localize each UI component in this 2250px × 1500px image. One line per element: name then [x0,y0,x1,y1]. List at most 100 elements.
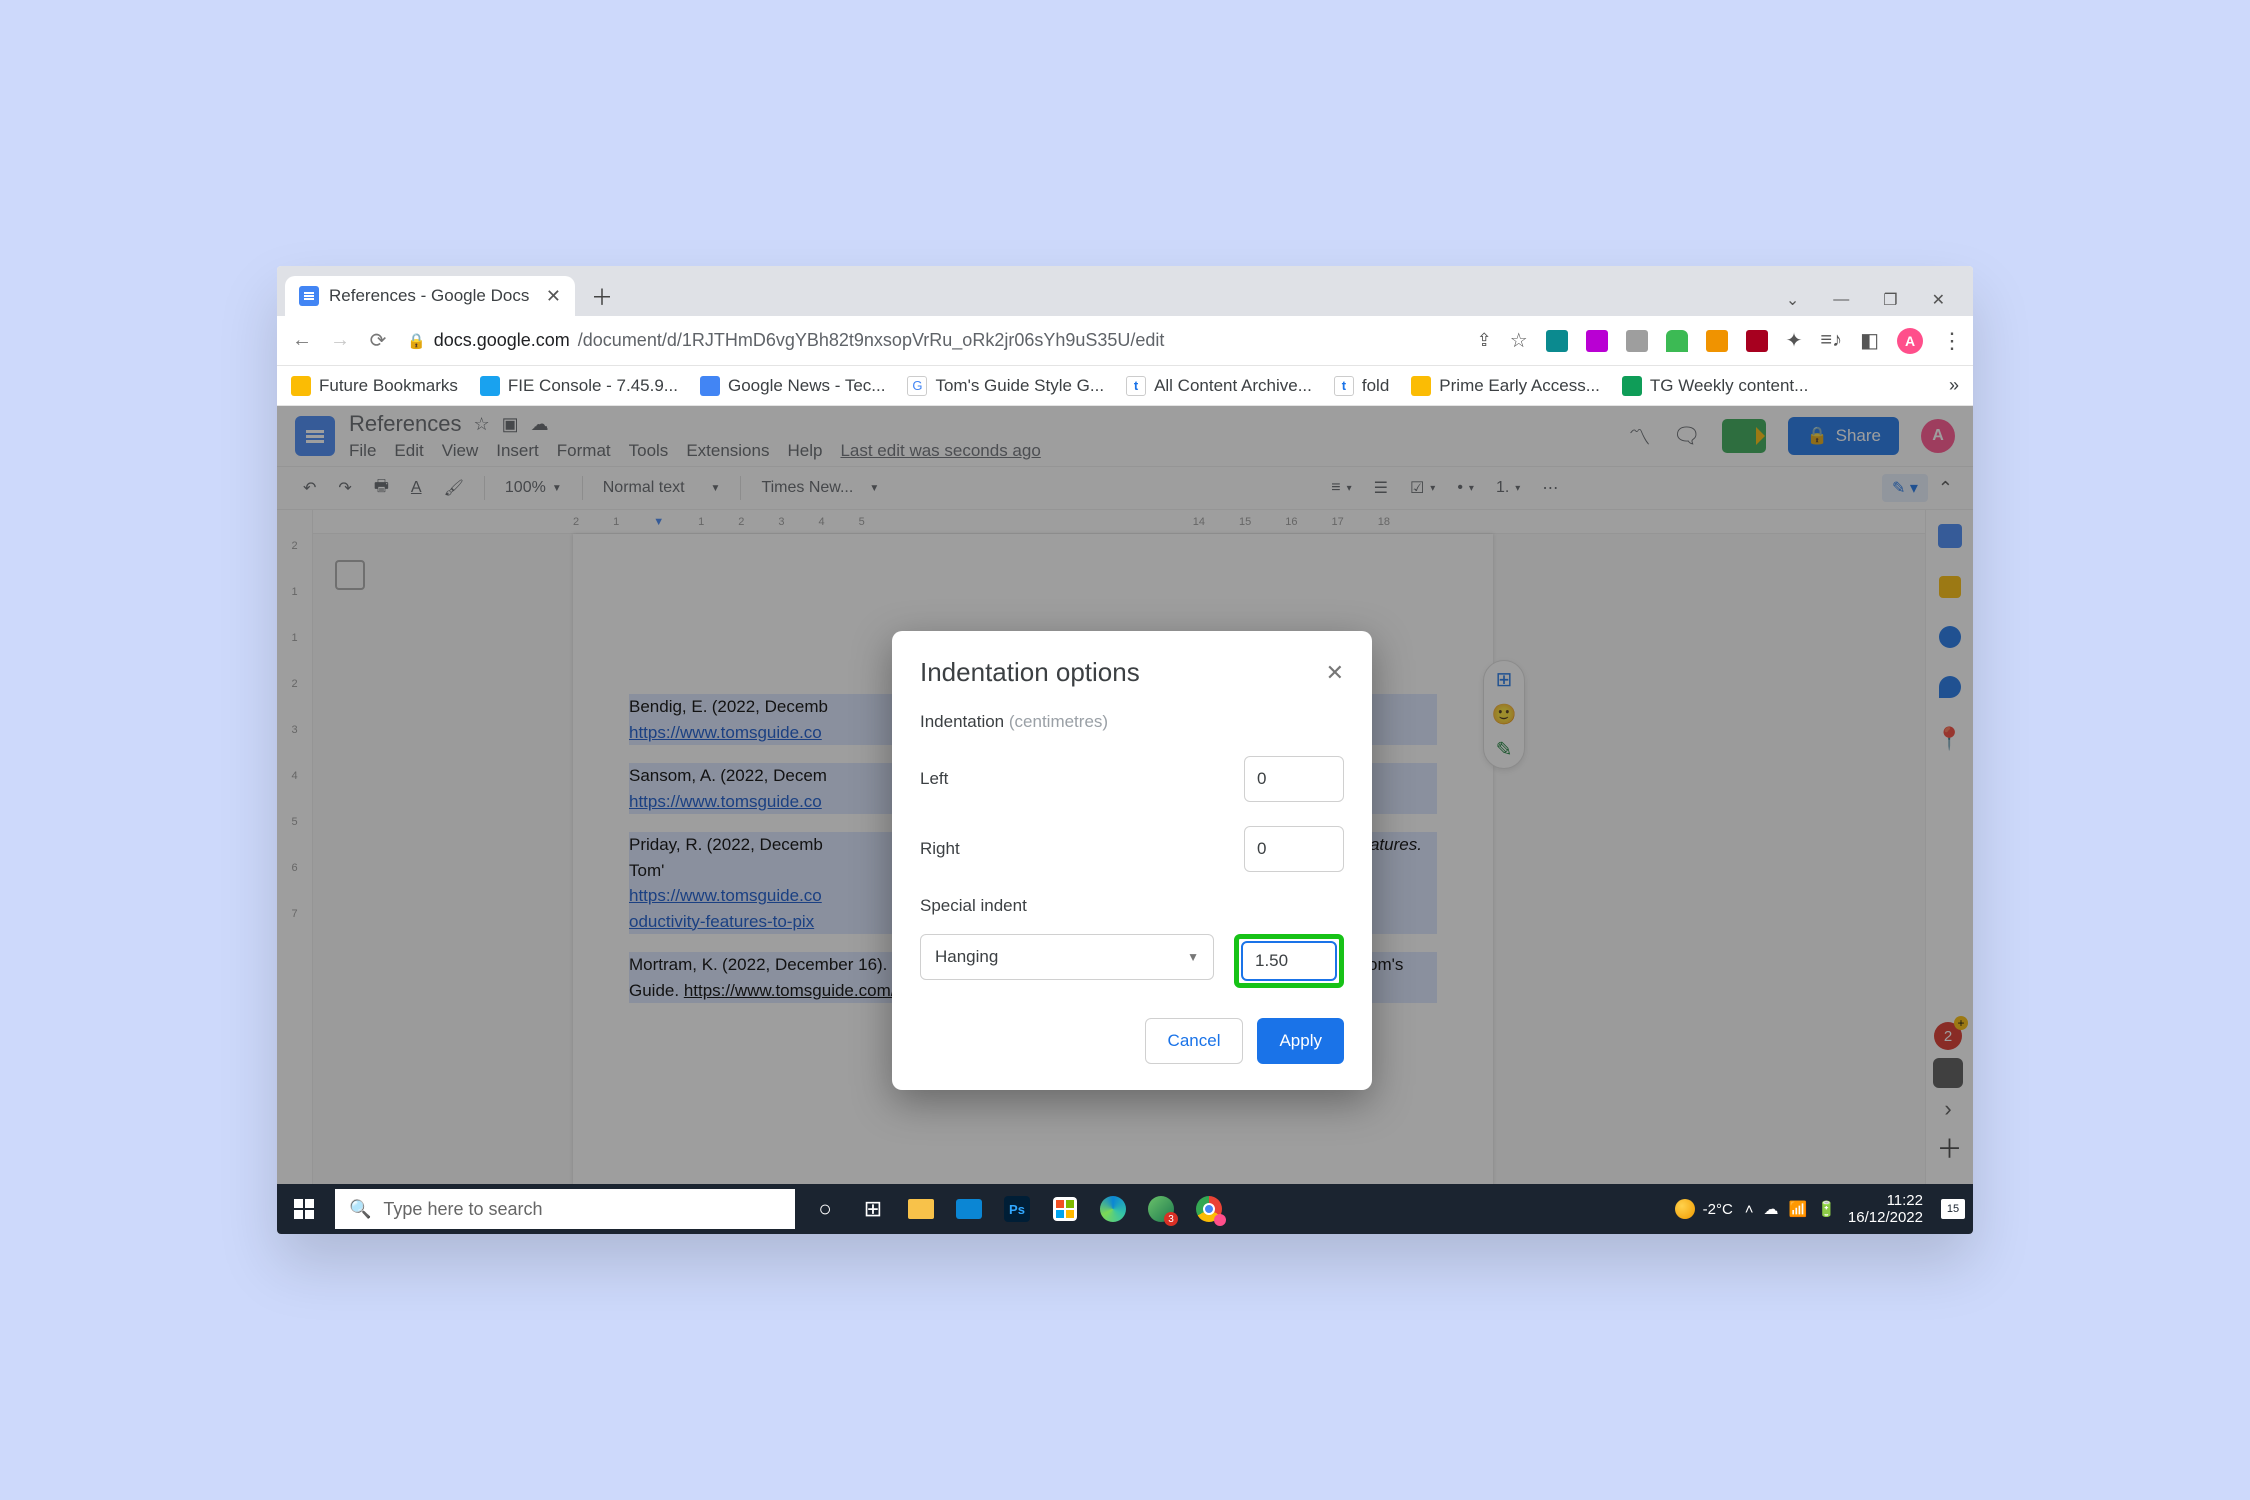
special-indent-select[interactable]: Hanging ▼ [920,934,1214,980]
right-indent-label: Right [920,839,960,859]
bookmark-label: Google News - Tec... [728,376,885,396]
left-indent-label: Left [920,769,948,789]
clock-date: 16/12/2022 [1848,1209,1923,1226]
bookmark-item[interactable]: FIE Console - 7.45.9... [480,376,678,396]
url-domain: docs.google.com [434,330,570,351]
bookmark-icon: G [907,376,927,396]
maximize-icon[interactable]: ❐ [1883,290,1897,310]
special-indent-amount-input[interactable] [1241,941,1337,981]
tab-search-icon[interactable]: ⌄ [1786,290,1799,310]
bookmark-icon: t [1126,376,1146,396]
indentation-dialog: Indentation options ✕ Indentation (centi… [892,631,1372,1090]
browser-urlbar: ← → ⟳ 🔒 docs.google.com/document/d/1RJTH… [277,316,1973,366]
bookmark-item[interactable]: tfold [1334,376,1389,396]
taskbar-clock[interactable]: 11:22 16/12/2022 [1848,1192,1923,1227]
bookmark-item[interactable]: G Tom's Guide Style G... [907,376,1104,396]
bookmark-icon: t [1334,376,1354,396]
side-panel-icon[interactable]: ◧ [1860,328,1879,353]
reload-icon[interactable]: ⟳ [363,326,393,356]
dialog-close-icon[interactable]: ✕ [1326,660,1344,686]
docs-app: References ☆ ▣ ☁ File Edit View Insert F… [277,406,1973,1184]
tray-overflow-icon[interactable]: ˄ [1745,1201,1754,1218]
chevron-down-icon: ▼ [1187,950,1199,964]
new-tab-button[interactable]: ＋ [585,279,619,313]
chrome-icon[interactable] [1187,1189,1231,1229]
indentation-heading: Indentation [920,712,1004,731]
left-indent-input[interactable] [1244,756,1344,802]
wifi-icon[interactable]: 📶 [1789,1200,1808,1218]
chrome-menu-icon[interactable]: ⋮ [1941,328,1963,354]
battery-icon[interactable]: 🔋 [1817,1200,1836,1218]
weather-widget[interactable]: -2°C [1675,1199,1733,1219]
bookmark-item[interactable]: Prime Early Access... [1411,376,1600,396]
cortana-icon[interactable]: ○ [803,1189,847,1229]
tab-close-icon[interactable]: ✕ [546,286,561,307]
browser-tabstrip: References - Google Docs ✕ ＋ ⌄ — ❐ ✕ [277,266,1973,316]
onedrive-icon[interactable]: ☁ [1764,1200,1779,1218]
right-indent-input[interactable] [1244,826,1344,872]
bookmark-star-icon[interactable]: ☆ [1510,328,1528,353]
forward-icon[interactable]: → [325,326,355,356]
special-indent-heading: Special indent [920,896,1344,916]
dialog-title: Indentation options [920,657,1140,688]
profile-avatar[interactable]: A [1897,328,1923,354]
task-view-icon[interactable]: ⊞ [851,1189,895,1229]
minimize-icon[interactable]: — [1833,291,1849,309]
extension-icon-6[interactable] [1746,330,1768,352]
extension-icon-1[interactable] [1546,330,1568,352]
bookmark-icon [480,376,500,396]
close-window-icon[interactable]: ✕ [1932,290,1945,310]
taskbar-search[interactable]: 🔍 Type here to search [335,1189,795,1229]
photoshop-icon[interactable]: Ps [995,1189,1039,1229]
docs-favicon [299,286,319,306]
indentation-unit: (centimetres) [1009,712,1108,731]
extensions-puzzle-icon[interactable]: ✦ [1786,328,1803,353]
extension-icon-2[interactable] [1586,330,1608,352]
bookmark-icon [1622,376,1642,396]
teams-icon[interactable] [1139,1189,1183,1229]
lock-icon: 🔒 [407,332,426,350]
temperature: -2°C [1703,1201,1733,1218]
mail-icon[interactable] [947,1189,991,1229]
bookmark-label: fold [1362,376,1389,396]
tab-title: References - Google Docs [329,286,529,306]
extension-icon-3[interactable] [1626,330,1648,352]
microsoft-store-icon[interactable] [1043,1189,1087,1229]
bookmark-item[interactable]: Future Bookmarks [291,376,458,396]
back-icon[interactable]: ← [287,326,317,356]
pinned-apps: ○ ⊞ Ps [803,1189,1231,1229]
extension-icon-5[interactable] [1706,330,1728,352]
bookmark-bar: Future Bookmarks FIE Console - 7.45.9...… [277,366,1973,406]
special-indent-value: Hanging [935,947,998,967]
windows-taskbar: 🔍 Type here to search ○ ⊞ Ps -2°C ˄ ☁ 📶 … [277,1184,1973,1234]
bookmark-icon [700,376,720,396]
extension-icon-4[interactable] [1666,330,1688,352]
bookmark-label: Tom's Guide Style G... [935,376,1104,396]
window-controls: ⌄ — ❐ ✕ [1786,290,1965,316]
bookmark-label: Future Bookmarks [319,376,458,396]
address-field[interactable]: 🔒 docs.google.com/document/d/1RJTHmD6vgY… [407,330,1164,351]
bookmark-item[interactable]: TG Weekly content... [1622,376,1808,396]
bookmark-label: FIE Console - 7.45.9... [508,376,678,396]
clock-time: 11:22 [1887,1192,1923,1209]
url-path: /document/d/1RJTHmD6vgYBh82t9nxsopVrRu_o… [578,330,1165,351]
edge-icon[interactable] [1091,1189,1135,1229]
action-center-icon[interactable]: 15 [1941,1199,1965,1219]
start-button[interactable] [277,1199,331,1219]
bookmark-label: Prime Early Access... [1439,376,1600,396]
file-explorer-icon[interactable] [899,1189,943,1229]
share-page-icon[interactable]: ⇪ [1477,330,1492,351]
bookmark-overflow-icon[interactable]: » [1949,375,1959,396]
browser-tab[interactable]: References - Google Docs ✕ [285,276,575,316]
search-placeholder: Type here to search [383,1199,542,1220]
cancel-button[interactable]: Cancel [1145,1018,1244,1064]
highlight-annotation [1234,934,1344,988]
apply-button[interactable]: Apply [1257,1018,1344,1064]
bookmark-item[interactable]: t All Content Archive... [1126,376,1312,396]
bookmark-label: All Content Archive... [1154,376,1312,396]
system-tray: -2°C ˄ ☁ 📶 🔋 11:22 16/12/2022 15 [1667,1192,1973,1227]
reading-list-icon[interactable]: ≡♪ [1820,329,1842,352]
weather-icon [1675,1199,1695,1219]
screenshot-root: References - Google Docs ✕ ＋ ⌄ — ❐ ✕ ← →… [277,266,1973,1234]
bookmark-item[interactable]: Google News - Tec... [700,376,885,396]
